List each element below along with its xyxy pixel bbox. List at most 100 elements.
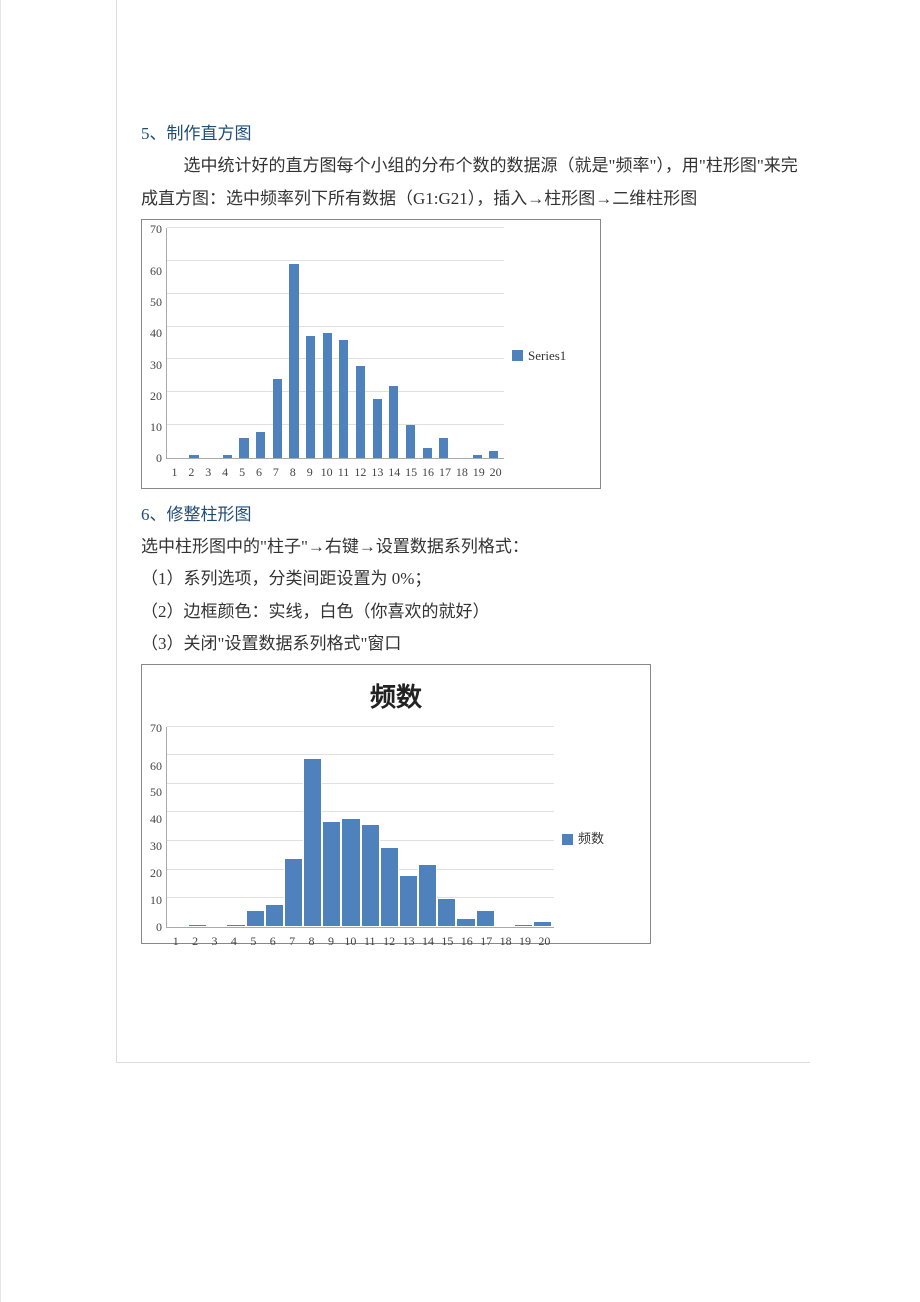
bar-slot [246, 727, 265, 927]
bar [473, 455, 482, 458]
x-tick-label: 15 [403, 461, 420, 484]
bar [256, 432, 265, 458]
bar-slot [169, 727, 188, 927]
y-tick-label: 40 [150, 813, 162, 825]
chart-2-bars [167, 727, 554, 927]
x-tick-label: 13 [399, 930, 418, 953]
legend-swatch-icon [512, 350, 523, 361]
x-tick-label: 16 [420, 461, 437, 484]
x-tick-label: 12 [379, 930, 398, 953]
bar-slot [456, 727, 475, 927]
x-tick-label: 12 [352, 461, 369, 484]
x-tick-label: 2 [183, 461, 200, 484]
bar-slot [476, 727, 495, 927]
bar-slot [514, 727, 533, 927]
bar-slot [303, 727, 322, 927]
x-tick-label: 6 [251, 461, 268, 484]
chart-2-box: 频数 706050403020100 123456789101112131415… [141, 664, 651, 944]
x-tick-label: 18 [496, 930, 515, 953]
x-tick-label: 9 [321, 930, 340, 953]
bar-slot [418, 727, 437, 927]
section-6-li3: （3）关闭"设置数据系列格式"窗口 [141, 628, 800, 660]
bar-slot [236, 228, 253, 458]
x-tick-label: 14 [418, 930, 437, 953]
bar [289, 264, 298, 458]
chart-1-box: 706050403020100 123456789101112131415161… [141, 219, 601, 489]
y-tick-label: 0 [150, 921, 162, 933]
bar [226, 924, 245, 927]
bar-slot [336, 228, 353, 458]
bar [188, 924, 207, 927]
bar [489, 451, 498, 458]
chart-1-x-axis: 1234567891011121314151617181920 [166, 459, 504, 484]
bar [339, 340, 348, 458]
bar-slot [226, 727, 245, 927]
bar [341, 818, 360, 927]
bar [361, 824, 380, 927]
bar-slot [286, 228, 303, 458]
chart-2-plot [166, 727, 554, 928]
y-tick-label: 60 [150, 760, 162, 772]
bar [189, 455, 198, 458]
bar [239, 438, 248, 458]
section-5-heading: 5、制作直方图 [141, 118, 800, 150]
bar-slot [341, 727, 360, 927]
chart-1-legend: Series1 [504, 344, 592, 369]
section-6-li1: （1）系列选项，分类间距设置为 0%； [141, 563, 800, 595]
bar [303, 758, 322, 927]
chart-1-bars [167, 228, 504, 458]
bar [476, 910, 495, 927]
x-tick-label: 17 [437, 461, 454, 484]
y-tick-label: 70 [150, 722, 162, 734]
bar [456, 918, 475, 927]
section-6-paragraph: 选中柱形图中的"柱子"→右键→设置数据系列格式： [141, 531, 800, 563]
x-tick-label: 14 [386, 461, 403, 484]
x-tick-label: 8 [284, 461, 301, 484]
chart-1-legend-label: Series1 [528, 344, 566, 369]
bar-slot [495, 727, 514, 927]
chart-2-plot-area: 706050403020100 123456789101112131415161… [150, 727, 554, 953]
y-tick-label: 30 [150, 359, 162, 371]
x-tick-label: 19 [515, 930, 534, 953]
bar-slot [386, 228, 403, 458]
bar-slot [284, 727, 303, 927]
bar-slot [302, 228, 319, 458]
x-tick-label: 9 [301, 461, 318, 484]
bar-slot [369, 228, 386, 458]
bar [380, 847, 399, 927]
x-tick-label: 10 [341, 930, 360, 953]
left-margin-rule [116, 0, 117, 1062]
bar-slot [436, 228, 453, 458]
bar-slot [219, 228, 236, 458]
bar [437, 898, 456, 927]
y-tick-label: 40 [150, 327, 162, 339]
bar-slot [485, 228, 502, 458]
bar-slot [437, 727, 456, 927]
bar-slot [265, 727, 284, 927]
x-tick-label: 1 [166, 930, 185, 953]
x-tick-label: 17 [477, 930, 496, 953]
bar-slot [207, 727, 226, 927]
bar-slot [361, 727, 380, 927]
chart-1-plot [166, 228, 504, 459]
section-6-heading: 6、修整柱形图 [141, 499, 800, 531]
x-tick-label: 1 [166, 461, 183, 484]
x-tick-label: 11 [360, 930, 379, 953]
bar [169, 925, 188, 927]
x-tick-label: 4 [217, 461, 234, 484]
bar [373, 399, 382, 458]
x-tick-label: 18 [453, 461, 470, 484]
bar [495, 925, 514, 927]
chart-2-legend: 频数 [554, 827, 642, 852]
y-tick-label: 20 [150, 390, 162, 402]
bar [514, 924, 533, 927]
x-tick-label: 13 [369, 461, 386, 484]
y-tick-label: 70 [150, 223, 162, 235]
x-tick-label: 6 [263, 930, 282, 953]
bar-slot [322, 727, 341, 927]
bar [399, 875, 418, 926]
bar-slot [452, 228, 469, 458]
legend-swatch-icon [562, 834, 573, 845]
bar-slot [186, 228, 203, 458]
bar-slot [269, 228, 286, 458]
